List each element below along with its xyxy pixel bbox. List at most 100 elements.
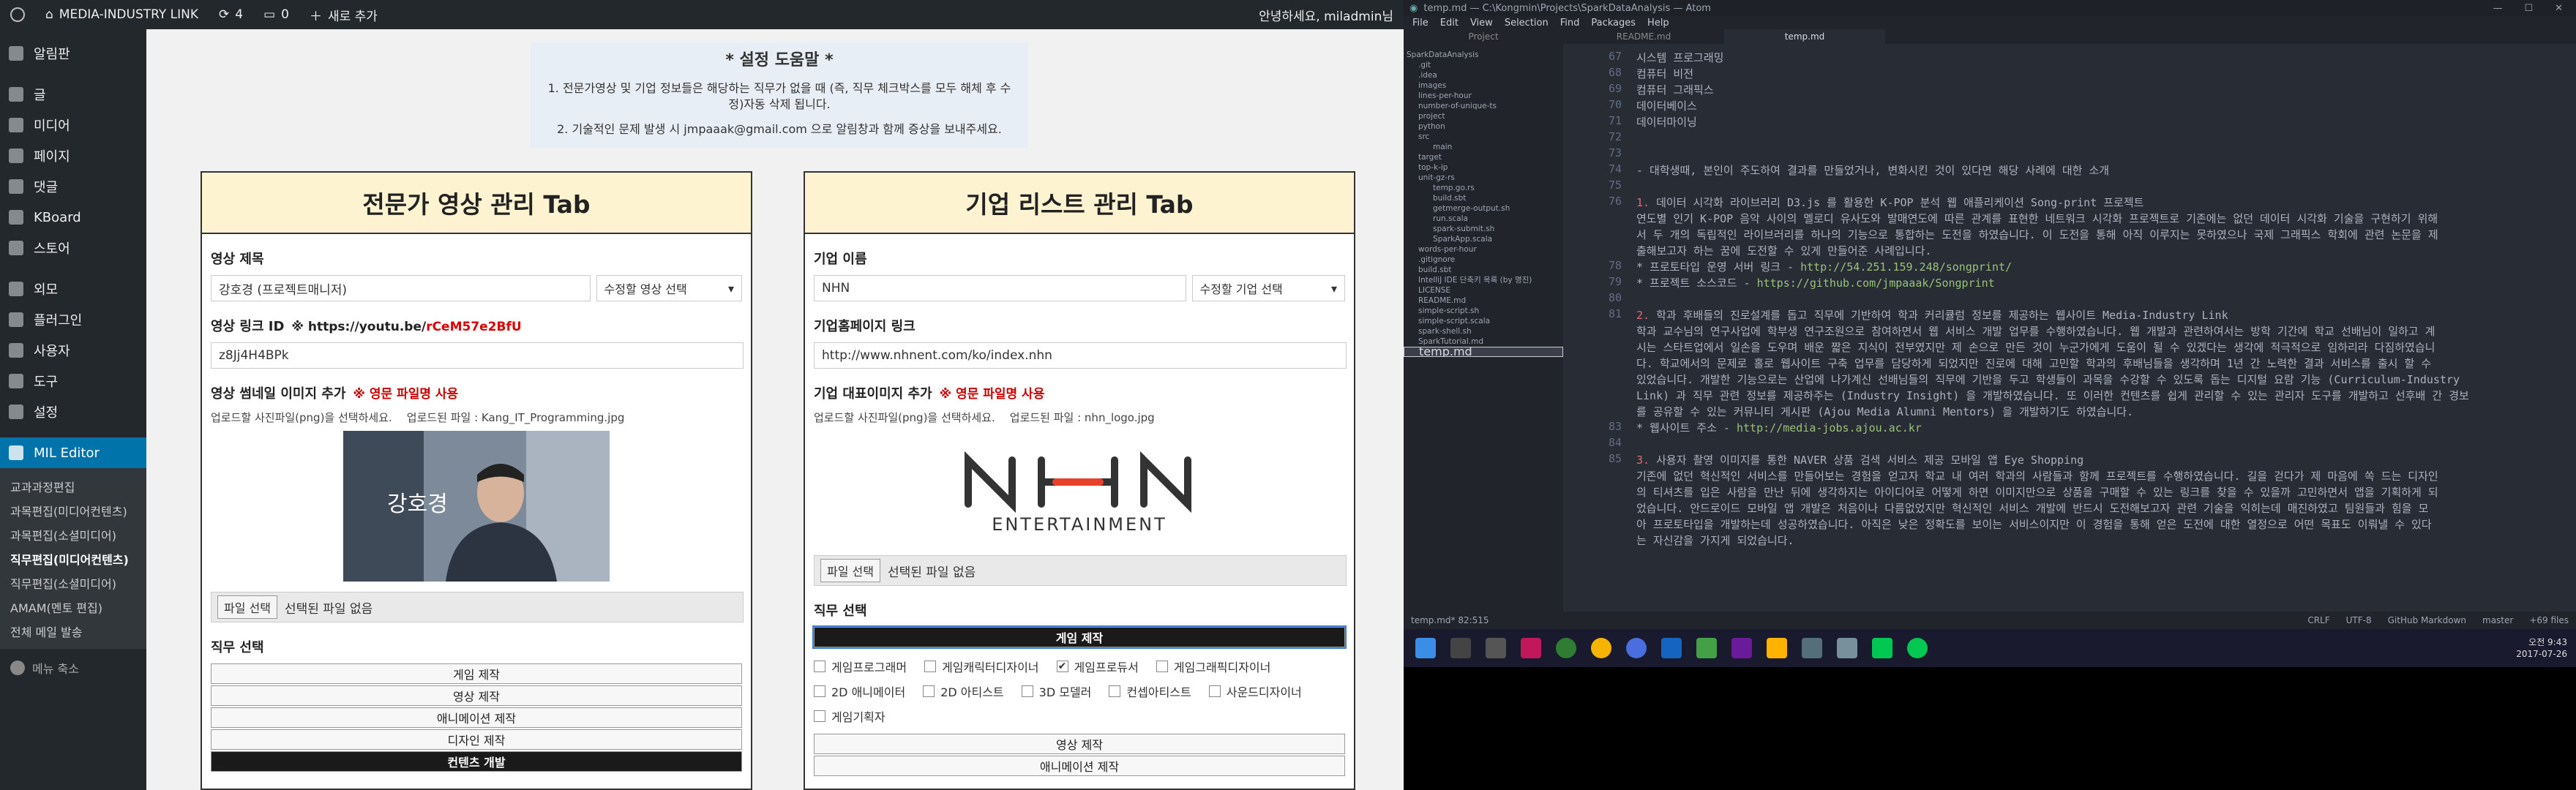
tree-item[interactable]: top-k-ip — [1404, 162, 1563, 173]
taskbar-clock[interactable]: 오전 9:43 2017-07-26 — [2516, 636, 2576, 660]
app-icon[interactable] — [1696, 638, 1717, 658]
user-greeting[interactable]: 안녕하세요, miladmin님 — [1248, 0, 1404, 29]
checkbox[interactable] — [924, 661, 937, 672]
tree-item[interactable]: spark-submit.sh — [1404, 224, 1563, 234]
search-icon[interactable] — [1450, 638, 1471, 658]
logo-file-input[interactable]: 파일 선택 선택된 파일 없음 — [814, 555, 1347, 586]
link-text[interactable]: http://54.251.159.248/songprint/ — [1800, 260, 2012, 274]
tree-item[interactable]: run.scala — [1404, 214, 1563, 224]
job-checkbox[interactable]: 사운드디자이너 — [1208, 682, 1302, 700]
submenu-item[interactable]: 직무편집(소셜미디어) — [0, 571, 146, 595]
submenu-item[interactable]: 과목편집(소셜미디어) — [0, 522, 146, 546]
thumbnail-file-input[interactable]: 파일 선택 선택된 파일 없음 — [211, 592, 744, 622]
site-name-link[interactable]: ⌂ MEDIA-INDUSTRY LINK — [35, 0, 209, 29]
menu-media[interactable]: 미디어 — [0, 110, 146, 140]
app-icon[interactable] — [1661, 638, 1682, 658]
menu-store[interactable]: 스토어 — [0, 233, 146, 263]
menu-kboard[interactable]: KBoard — [0, 202, 146, 233]
checkbox[interactable] — [814, 661, 825, 672]
menu-file[interactable]: File — [1412, 18, 1429, 29]
menu-dashboard[interactable]: 알림판 — [0, 38, 146, 69]
job-button-game[interactable]: 게임 제작 — [812, 625, 1347, 649]
new-content-link[interactable]: ＋ 새로 추가 — [299, 0, 388, 29]
checkbox[interactable] — [1208, 685, 1221, 697]
menu-plugins[interactable]: 플러그인 — [0, 304, 146, 335]
minimize-icon[interactable]: — — [2493, 3, 2502, 14]
job-checkbox[interactable]: 컨셉아티스트 — [1109, 682, 1191, 700]
checkbox[interactable] — [814, 685, 825, 697]
tree-item[interactable]: temp.md — [1404, 347, 1563, 357]
app-icon[interactable] — [1837, 638, 1857, 658]
close-icon[interactable]: ✕ — [2555, 3, 2563, 14]
menu-settings[interactable]: 설정 — [0, 396, 146, 427]
checkbox[interactable] — [923, 685, 935, 697]
video-select[interactable]: 수정할 영상 선택 ▾ — [596, 275, 742, 301]
tree-item[interactable]: words-per-hour — [1404, 244, 1563, 255]
video-link-input[interactable]: z8Jj4H4BPk — [211, 342, 744, 369]
menu-help[interactable]: Help — [1647, 18, 1669, 29]
menu-packages[interactable]: Packages — [1591, 18, 1636, 29]
tree-item[interactable]: getmerge-output.sh — [1404, 203, 1563, 214]
menu-comments[interactable]: 댓글 — [0, 171, 146, 202]
task-view-icon[interactable] — [1486, 638, 1506, 658]
text-editor[interactable]: 시스템 프로그래밍 컴퓨터 비전 컴퓨터 그래픽스 데이터베이스 데이터마이닝 - 대학생… — [1636, 44, 2573, 612]
submenu-item[interactable]: 과목편집(미디어컨텐츠) — [0, 498, 146, 522]
tree-item[interactable]: src — [1404, 132, 1563, 142]
wp-logo[interactable] — [0, 0, 35, 29]
tree-item[interactable]: SparkTutorial.md — [1404, 336, 1563, 347]
tree-item[interactable]: python — [1404, 121, 1563, 132]
job-button[interactable]: 영상 제작 — [814, 734, 1345, 754]
tree-item[interactable]: .git — [1404, 60, 1563, 70]
checkbox-checked[interactable]: ✔ — [1056, 661, 1068, 672]
tree-item[interactable]: simple-script.sh — [1404, 306, 1563, 316]
tab-temp-md[interactable]: temp.md — [1724, 29, 1885, 44]
checkbox[interactable] — [1109, 685, 1121, 697]
menu-users[interactable]: 사용자 — [0, 335, 146, 366]
job-button-selected[interactable]: 컨텐츠 개발 — [211, 751, 742, 772]
file-choose-button[interactable]: 파일 선택 — [217, 595, 277, 619]
menu-pages[interactable]: 페이지 — [0, 140, 146, 171]
tree-item[interactable]: lines-per-hour — [1404, 91, 1563, 101]
tree-item[interactable]: spark-shell.sh — [1404, 326, 1563, 336]
app-icon[interactable] — [1521, 638, 1541, 658]
job-checkbox-checked[interactable]: ✔ 게임프로듀서 — [1056, 658, 1139, 675]
tree-item[interactable]: .gitignore — [1404, 255, 1563, 265]
job-checkbox[interactable]: 게임그래픽디자이너 — [1156, 658, 1270, 675]
company-name-input[interactable]: NHN — [814, 275, 1186, 301]
app-icon[interactable] — [1556, 638, 1576, 658]
tree-item[interactable]: unit-gz-rs — [1404, 173, 1563, 183]
tree-item[interactable]: simple-script.scala — [1404, 316, 1563, 326]
menu-mil-editor[interactable]: MIL Editor — [0, 437, 146, 468]
line-messenger-icon[interactable] — [1907, 638, 1928, 658]
job-checkbox[interactable]: 3D 모델러 — [1021, 682, 1091, 700]
submenu-item[interactable]: 교과과정편집 — [0, 474, 146, 498]
tree-item[interactable]: SparkDataAnalysis — [1404, 50, 1563, 60]
tree-item[interactable]: .idea — [1404, 70, 1563, 80]
status-git-files[interactable]: +69 files — [2529, 615, 2569, 625]
status-grammar[interactable]: GitHub Markdown — [2388, 615, 2466, 625]
app-icon[interactable] — [1802, 638, 1822, 658]
windows-start-icon[interactable] — [1415, 638, 1436, 658]
file-choose-button[interactable]: 파일 선택 — [820, 559, 880, 582]
menu-view[interactable]: View — [1470, 18, 1493, 29]
submenu-item[interactable]: 전체 메일 발송 — [0, 619, 146, 643]
tree-item[interactable]: main — [1404, 142, 1563, 152]
tree-item[interactable]: build.sbt — [1404, 265, 1563, 275]
tree-item[interactable]: project — [1404, 111, 1563, 121]
tree-item[interactable]: LICENSE — [1404, 285, 1563, 296]
updates-link[interactable]: ⟳ 4 — [209, 0, 253, 29]
job-checkbox[interactable]: 2D 애니메이터 — [814, 682, 905, 700]
link-text[interactable]: http://media-jobs.ajou.ac.kr — [1737, 421, 1922, 434]
app-icon[interactable] — [1731, 638, 1752, 658]
tab-readme[interactable]: README.md — [1563, 29, 1724, 44]
job-button[interactable]: 디자인 제작 — [211, 729, 742, 750]
app-icon[interactable] — [1872, 638, 1892, 658]
job-checkbox[interactable]: 2D 아티스트 — [923, 682, 1004, 700]
video-title-input[interactable]: 강호경 (프로젝트매니저) — [211, 275, 591, 301]
status-line-ending[interactable]: CRLF — [2307, 615, 2329, 625]
folder-icon[interactable] — [1767, 638, 1787, 658]
menu-tools[interactable]: 도구 — [0, 366, 146, 396]
tab-project[interactable]: Project — [1404, 29, 1563, 44]
submenu-item[interactable]: AMAM(멘토 편집) — [0, 595, 146, 619]
job-checkbox[interactable]: 게임기획자 — [814, 707, 886, 725]
